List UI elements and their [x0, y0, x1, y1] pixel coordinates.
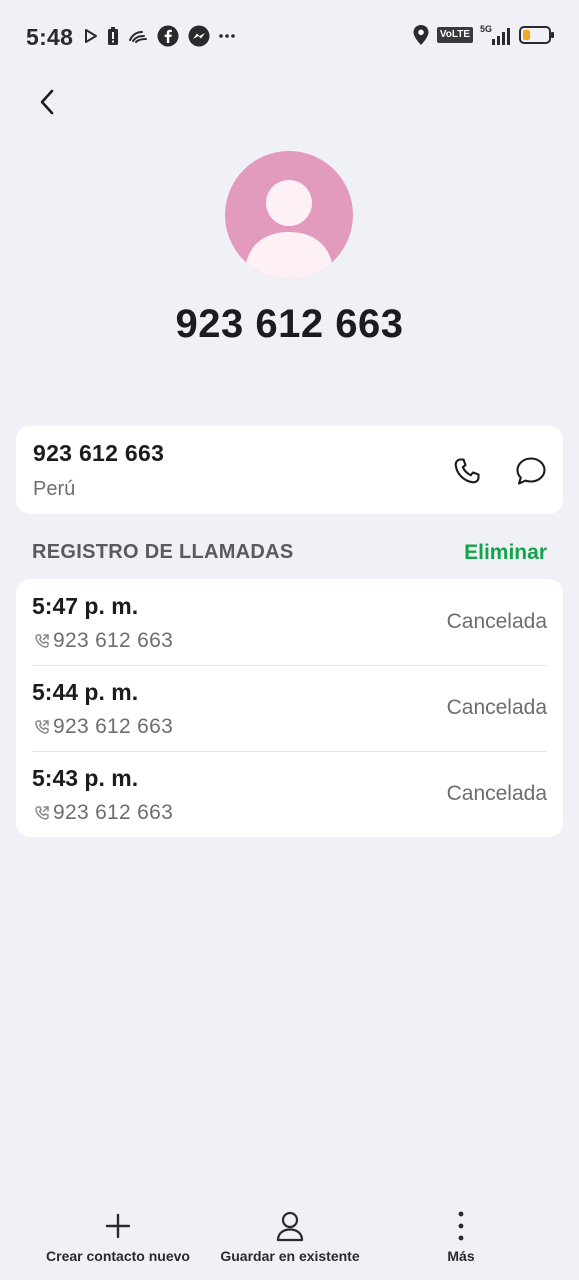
contact-detail-screen: 5:48 VoLTE 5G 923 612 663 923 612 663 Pe… — [0, 0, 579, 1280]
outgoing-call-icon — [35, 720, 49, 734]
signal-5g-icon: 5G — [480, 24, 512, 46]
call-number-line: 923 612 663 — [34, 801, 173, 825]
network-type-label: 5G — [480, 24, 492, 34]
create-contact-button[interactable]: Crear contacto nuevo — [46, 1208, 190, 1264]
phone-number-card[interactable]: 923 612 663 Perú — [16, 426, 563, 514]
call-log-row[interactable]: 5:44 p. m. 923 612 663 Cancelada — [16, 665, 563, 751]
create-contact-label: Crear contacto nuevo — [46, 1248, 190, 1264]
call-log-row[interactable]: 5:47 p. m. 923 612 663 Cancelada — [16, 579, 563, 665]
facebook-icon — [157, 25, 179, 47]
call-status: Cancelada — [446, 610, 547, 633]
battery-alert-icon — [107, 26, 119, 46]
person-icon — [272, 1208, 308, 1244]
call-number: 923 612 663 — [53, 629, 174, 652]
chat-bubble-icon — [516, 457, 546, 485]
contact-title: 923 612 663 — [175, 302, 404, 346]
play-store-icon — [84, 28, 98, 44]
battery-icon — [519, 25, 555, 45]
status-bar: 5:48 VoLTE 5G — [0, 0, 579, 74]
more-button[interactable]: Más — [430, 1208, 492, 1264]
plus-icon — [100, 1208, 136, 1244]
call-number-line: 923 612 663 — [34, 715, 173, 739]
delete-link[interactable]: Eliminar — [464, 541, 547, 565]
status-time: 5:48 — [26, 24, 74, 50]
call-time: 5:47 p. m. — [32, 593, 139, 619]
save-existing-label: Guardar en existente — [220, 1248, 360, 1264]
call-number: 923 612 663 — [53, 715, 174, 738]
call-log-list: 5:47 p. m. 923 612 663 Cancelada 5:44 p.… — [16, 579, 563, 837]
hands-icon — [128, 28, 148, 44]
phone-country: Perú — [33, 478, 76, 500]
volte-badge: VoLTE — [436, 27, 473, 43]
phone-icon — [454, 458, 480, 484]
save-existing-button[interactable]: Guardar en existente — [217, 1208, 363, 1264]
vertical-dots-icon — [443, 1208, 479, 1244]
phone-number: 923 612 663 — [33, 440, 165, 466]
outgoing-call-icon — [35, 806, 49, 820]
call-number-line: 923 612 663 — [34, 629, 173, 653]
system-icons: VoLTE 5G — [412, 24, 555, 46]
more-dots-icon — [219, 33, 235, 39]
call-number: 923 612 663 — [53, 801, 174, 824]
notification-icons — [84, 25, 235, 47]
call-log-heading: REGISTRO DE LLAMADAS — [32, 541, 294, 563]
messenger-icon — [188, 25, 210, 47]
message-button[interactable] — [512, 452, 550, 490]
location-icon — [412, 24, 430, 46]
call-status: Cancelada — [446, 696, 547, 719]
call-log-row[interactable]: 5:43 p. m. 923 612 663 Cancelada — [16, 751, 563, 837]
call-time: 5:44 p. m. — [32, 679, 139, 705]
outgoing-call-icon — [35, 634, 49, 648]
person-placeholder-icon — [245, 180, 333, 279]
avatar — [225, 151, 353, 279]
call-button[interactable] — [448, 452, 486, 490]
back-button[interactable] — [30, 84, 66, 120]
chevron-left-icon — [40, 89, 54, 115]
call-time: 5:43 p. m. — [32, 765, 139, 791]
more-label: Más — [447, 1248, 475, 1264]
call-status: Cancelada — [446, 782, 547, 805]
